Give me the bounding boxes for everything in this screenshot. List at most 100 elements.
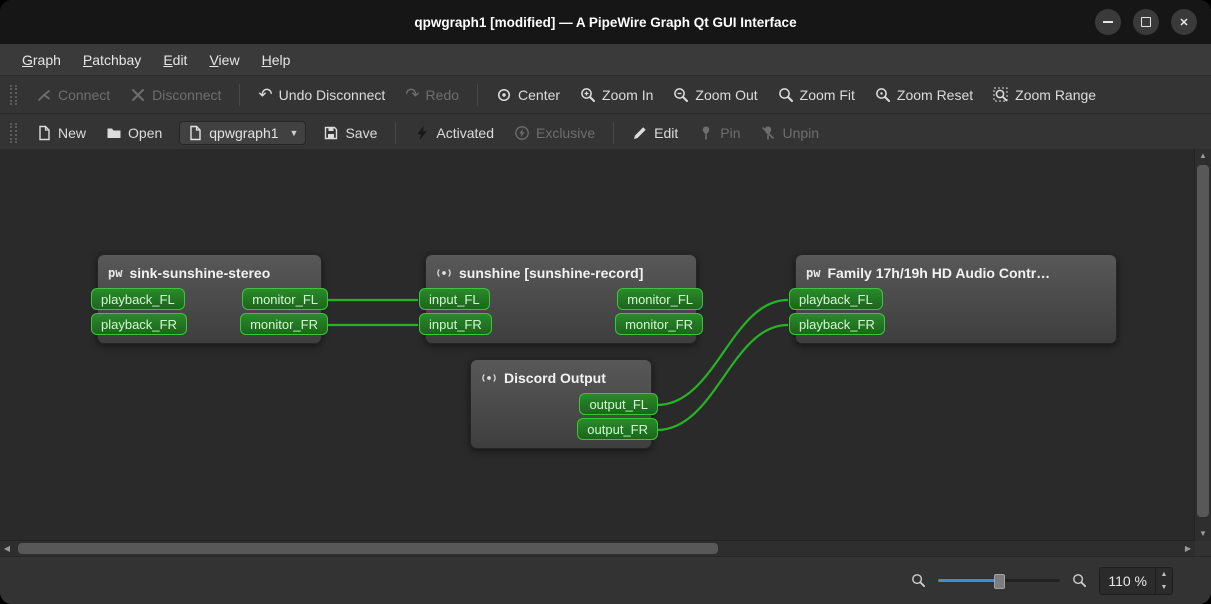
zoom-reset-label: Zoom Reset bbox=[896, 86, 974, 103]
minimize-icon bbox=[1103, 21, 1113, 23]
center-icon bbox=[497, 88, 511, 101]
unpin-button[interactable]: Unpin bbox=[751, 120, 828, 146]
node-title: pw sink-sunshine-stereo bbox=[98, 261, 321, 285]
titlebar: qpwgraph1 [modified] — A PipeWire Graph … bbox=[0, 0, 1211, 44]
port-row: playback_FL monitor_FL bbox=[91, 288, 328, 310]
zoom-spinbox[interactable]: 110 % ▲ ▼ bbox=[1099, 566, 1173, 595]
undo-icon: ↶ bbox=[258, 85, 273, 104]
node-title-text: sunshine [sunshine-record] bbox=[459, 265, 644, 281]
open-label: Open bbox=[128, 124, 163, 141]
redo-label: Redo bbox=[425, 86, 460, 103]
node-title-text: Discord Output bbox=[504, 370, 606, 386]
graph-toolbar: Connect Disconnect ↶ Undo Disconnect ↷ R… bbox=[0, 76, 1211, 114]
zoom-slider-fill bbox=[938, 579, 997, 582]
open-folder-icon bbox=[107, 128, 121, 138]
exclusive-button[interactable]: Exclusive bbox=[505, 120, 604, 146]
activated-label: Activated bbox=[436, 124, 494, 141]
scroll-up-arrow[interactable]: ▲ bbox=[1195, 149, 1211, 163]
scroll-right-arrow[interactable]: ▶ bbox=[1181, 541, 1195, 555]
save-icon bbox=[325, 126, 338, 139]
session-selector-value: qpwgraph1 bbox=[209, 124, 279, 141]
zoom-reset-button[interactable]: Zoom Reset bbox=[866, 82, 982, 108]
connect-button[interactable]: Connect bbox=[27, 82, 119, 108]
redo-button[interactable]: ↷ Redo bbox=[396, 81, 468, 108]
edit-label: Edit bbox=[654, 124, 679, 141]
port-monitor-fr[interactable]: monitor_FR bbox=[615, 313, 703, 335]
edit-button[interactable]: Edit bbox=[623, 120, 687, 146]
node-sink-sunshine-stereo[interactable]: pw sink-sunshine-stereo playback_FL moni… bbox=[91, 254, 328, 344]
unpin-icon bbox=[762, 126, 775, 139]
app-window: qpwgraph1 [modified] — A PipeWire Graph … bbox=[0, 0, 1211, 604]
zoom-in-label: Zoom In bbox=[602, 86, 654, 103]
connect-icon bbox=[38, 89, 50, 101]
zoom-in-icon bbox=[581, 87, 596, 102]
port-playback-fr[interactable]: playback_FR bbox=[91, 313, 187, 335]
toolbar-drag-handle[interactable] bbox=[10, 84, 17, 105]
port-monitor-fr[interactable]: monitor_FR bbox=[240, 313, 328, 335]
center-button[interactable]: Center bbox=[487, 82, 569, 108]
port-playback-fl[interactable]: playback_FL bbox=[789, 288, 883, 310]
connect-label: Connect bbox=[58, 86, 111, 103]
zoom-decrement-button[interactable]: ▼ bbox=[1156, 581, 1172, 594]
record-icon bbox=[437, 269, 451, 277]
node-sunshine-record[interactable]: sunshine [sunshine-record] input_FL moni… bbox=[419, 254, 703, 344]
node-discord-output[interactable]: Discord Output output_FL output_FR bbox=[470, 359, 658, 449]
port-monitor-fl[interactable]: monitor_FL bbox=[242, 288, 328, 310]
zoom-reset-icon bbox=[876, 87, 890, 102]
vertical-scrollbar[interactable]: ▲ ▼ bbox=[1194, 149, 1211, 541]
maximize-icon bbox=[1141, 17, 1151, 27]
zoom-in-button[interactable]: Zoom In bbox=[571, 82, 662, 108]
port-output-fl[interactable]: output_FL bbox=[579, 393, 658, 415]
port-input-fr[interactable]: input_FR bbox=[419, 313, 492, 335]
node-family-hd-audio[interactable]: pw Family 17h/19h HD Audio Contr… playba… bbox=[789, 254, 1117, 344]
zoom-value: 110 % bbox=[1108, 572, 1147, 589]
session-selector-combo[interactable]: qpwgraph1 ▼ bbox=[179, 120, 307, 145]
maximize-button[interactable] bbox=[1133, 9, 1159, 35]
open-button[interactable]: Open bbox=[97, 120, 171, 146]
menu-patchbay[interactable]: Patchbay bbox=[73, 48, 151, 72]
record-icon bbox=[482, 374, 496, 382]
port-playback-fl[interactable]: playback_FL bbox=[91, 288, 185, 310]
disconnect-button[interactable]: Disconnect bbox=[121, 82, 230, 108]
zoom-fit-icon bbox=[778, 87, 793, 102]
zoom-fit-button[interactable]: Zoom Fit bbox=[769, 82, 864, 108]
window-controls: ✕ bbox=[1095, 9, 1197, 35]
toolbar-drag-handle[interactable] bbox=[10, 122, 17, 143]
zoom-slider-handle[interactable] bbox=[994, 574, 1006, 589]
zoom-slider[interactable] bbox=[938, 572, 1061, 589]
scroll-down-arrow[interactable]: ▼ bbox=[1195, 527, 1211, 541]
undo-button[interactable]: ↶ Undo Disconnect bbox=[249, 81, 394, 108]
zoom-out-icon bbox=[674, 87, 689, 102]
save-button[interactable]: Save bbox=[314, 120, 386, 146]
menu-view[interactable]: View bbox=[199, 48, 249, 72]
new-button[interactable]: New bbox=[27, 120, 95, 146]
port-playback-fr[interactable]: playback_FR bbox=[789, 313, 885, 335]
menu-graph[interactable]: Graph bbox=[12, 48, 71, 72]
horizontal-scroll-thumb[interactable] bbox=[18, 543, 718, 554]
port-output-fr[interactable]: output_FR bbox=[577, 418, 658, 440]
port-monitor-fl[interactable]: monitor_FL bbox=[617, 288, 703, 310]
pipewire-icon: pw bbox=[806, 266, 821, 280]
minimize-button[interactable] bbox=[1095, 9, 1121, 35]
zoom-increment-button[interactable]: ▲ bbox=[1156, 568, 1172, 581]
close-button[interactable]: ✕ bbox=[1171, 9, 1197, 35]
pin-button[interactable]: Pin bbox=[689, 120, 749, 146]
menu-help[interactable]: Help bbox=[252, 48, 301, 72]
port-input-fl[interactable]: input_FL bbox=[419, 288, 490, 310]
activated-button[interactable]: Activated bbox=[405, 120, 503, 146]
vertical-scroll-thumb[interactable] bbox=[1197, 165, 1209, 517]
horizontal-scrollbar[interactable]: ◀ ▶ bbox=[0, 540, 1195, 557]
graph-area[interactable]: pw sink-sunshine-stereo playback_FL moni… bbox=[0, 149, 1195, 541]
zoom-out-label: Zoom Out bbox=[695, 86, 758, 103]
node-title: Discord Output bbox=[471, 366, 651, 390]
zoom-range-button[interactable]: Zoom Range bbox=[984, 82, 1105, 108]
file-toolbar: New Open qpwgraph1 ▼ Save Activated Excl… bbox=[0, 114, 1211, 152]
menu-edit[interactable]: Edit bbox=[153, 48, 197, 72]
close-icon: ✕ bbox=[1179, 16, 1189, 29]
zoom-out-small-icon bbox=[912, 574, 926, 588]
graph-canvas[interactable]: pw sink-sunshine-stereo playback_FL moni… bbox=[0, 149, 1211, 557]
zoom-out-button[interactable]: Zoom Out bbox=[664, 82, 766, 108]
scroll-left-arrow[interactable]: ◀ bbox=[0, 541, 14, 555]
window-title: qpwgraph1 [modified] — A PipeWire Graph … bbox=[414, 14, 797, 30]
port-row: output_FL bbox=[471, 393, 658, 415]
